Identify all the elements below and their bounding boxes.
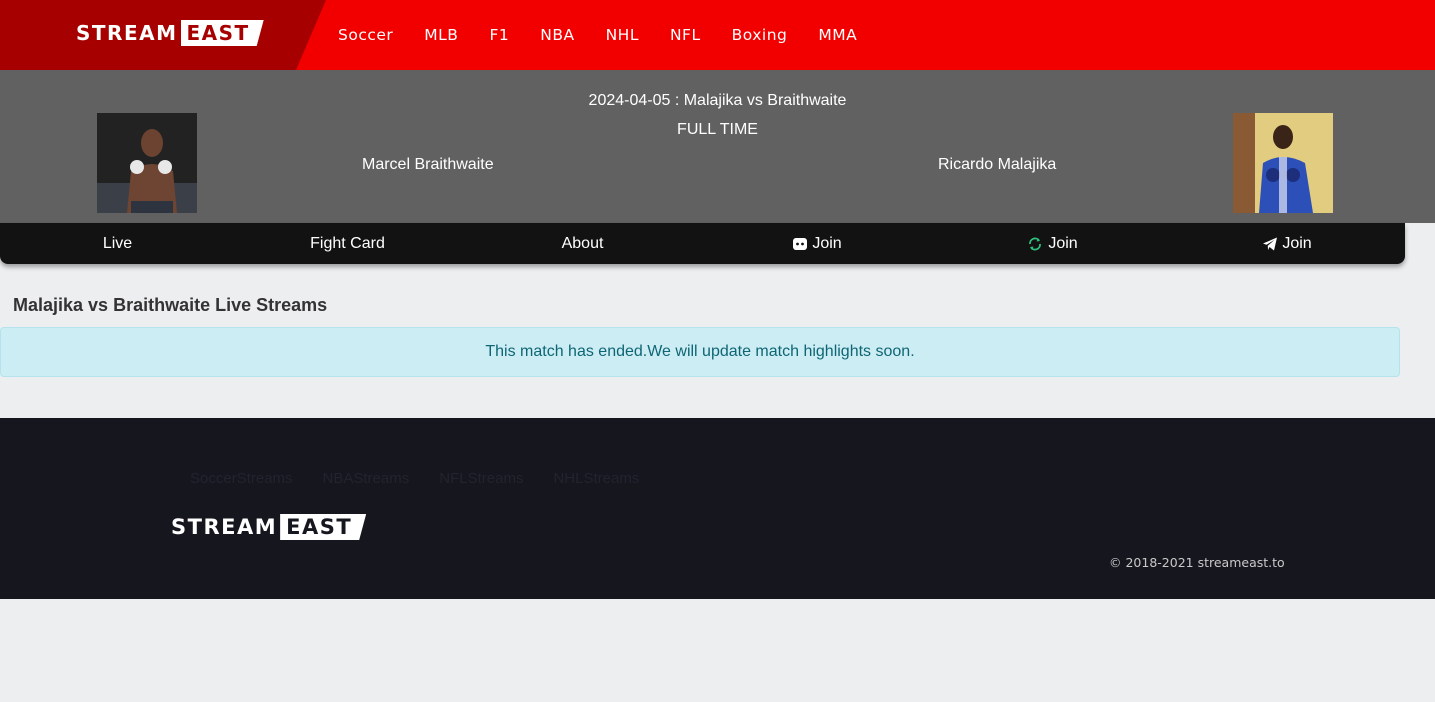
telegram-icon — [1263, 237, 1278, 251]
nav-soccer[interactable]: Soccer — [338, 26, 393, 44]
reddit-icon — [1027, 236, 1043, 252]
tab-about[interactable]: About — [465, 223, 700, 264]
logo-text-east: EAST — [181, 20, 264, 46]
fighter-left-name: Marcel Braithwaite — [362, 156, 494, 173]
match-tabs: Live Fight Card About Join Join Join — [0, 223, 1405, 264]
copyright-text: © 2018-2021 streameast.to — [1109, 555, 1285, 570]
footer-link-nfl[interactable]: NFLStreams — [439, 470, 523, 487]
telegram-join-label: Join — [1282, 234, 1312, 252]
match-title: 2024-04-05 : Malajika vs Braithwaite — [588, 92, 847, 109]
nav-boxing[interactable]: Boxing — [732, 26, 788, 44]
fighter-left-photo — [97, 113, 197, 213]
nav-f1[interactable]: F1 — [489, 26, 509, 44]
discord-join-label: Join — [812, 234, 842, 252]
footer-logo-text-east: EAST — [280, 514, 366, 540]
match-ended-alert: This match has ended.We will update matc… — [0, 327, 1400, 377]
discord-icon — [793, 237, 808, 251]
fighter-right-name: Ricardo Malajika — [938, 156, 1057, 173]
nav-mma[interactable]: MMA — [818, 26, 857, 44]
top-navbar: STREAM EAST Soccer MLB F1 NBA NHL NFL Bo… — [0, 0, 1435, 70]
footer-link-nba[interactable]: NBAStreams — [323, 470, 410, 487]
reddit-join-label: Join — [1048, 234, 1078, 252]
tab-live[interactable]: Live — [0, 223, 235, 264]
fighter-left-figure — [97, 113, 197, 213]
tab-fight-card[interactable]: Fight Card — [230, 223, 465, 264]
site-logo[interactable]: STREAM EAST — [76, 20, 264, 46]
footer-logo-text-stream: STREAM — [171, 515, 278, 539]
fighter-right-figure — [1233, 113, 1333, 213]
footer-link-nhl[interactable]: NHLStreams — [553, 470, 639, 487]
reddit-join-link[interactable]: Join — [935, 223, 1170, 264]
footer-links: SoccerStreams NBAStreams NFLStreams NHLS… — [190, 470, 639, 487]
nav-nba[interactable]: NBA — [540, 26, 574, 44]
nav-nfl[interactable]: NFL — [670, 26, 701, 44]
match-status: FULL TIME — [677, 121, 758, 138]
telegram-join-link[interactable]: Join — [1170, 223, 1405, 264]
footer: SoccerStreams NBAStreams NFLStreams NHLS… — [0, 418, 1435, 599]
logo-text-stream: STREAM — [76, 21, 178, 45]
streams-heading: Malajika vs Braithwaite Live Streams — [13, 295, 328, 315]
footer-link-soccer[interactable]: SoccerStreams — [190, 470, 293, 487]
match-header: 2024-04-05 : Malajika vs Braithwaite FUL… — [0, 70, 1435, 223]
nav-nhl[interactable]: NHL — [606, 26, 639, 44]
fighter-right-photo — [1233, 113, 1333, 213]
discord-join-link[interactable]: Join — [700, 223, 935, 264]
footer-logo[interactable]: STREAM EAST — [171, 514, 366, 540]
main-nav: Soccer MLB F1 NBA NHL NFL Boxing MMA — [338, 0, 888, 70]
nav-mlb[interactable]: MLB — [424, 26, 458, 44]
